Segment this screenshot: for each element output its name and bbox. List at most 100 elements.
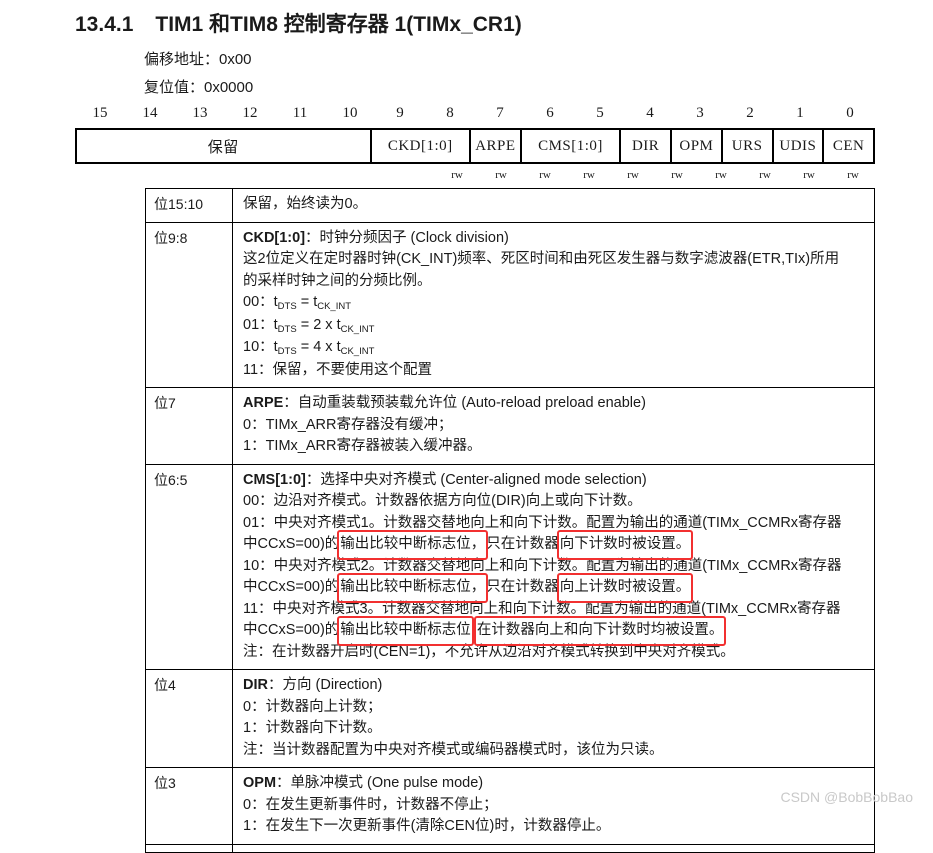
desc-value-line: 中CCxS=00)的输出比较中断标志位 在计数器向上和向下计数时均被设置。	[243, 616, 868, 645]
reset-value-line: 复位值：0x0000	[144, 79, 254, 96]
desc-title-line: DIR：方向 (Direction)	[243, 675, 868, 697]
table-row: 位4 DIR：方向 (Direction) 0：计数器向上计数； 1：计数器向下…	[146, 670, 874, 768]
subscript: DTS	[277, 301, 297, 312]
desc-note-line: 注：当计数器配置为中央对齐模式或编码器模式时，该位为只读。	[243, 741, 664, 758]
desc-value-line: 11：中央对齐模式3。计数器交替地向上和向下计数。配置为输出的通道(TIMx_C…	[243, 600, 841, 617]
bit-number: 8	[446, 105, 454, 121]
desc-value-line: 10：tDTS = 4 x tCK_INT	[243, 337, 868, 360]
access-label: rw	[715, 169, 727, 181]
text-run: 中CCxS=00)的	[243, 622, 340, 638]
field-desc: 单脉冲模式 (One pulse mode)	[290, 775, 484, 791]
bit-description-cell: CKD[1:0]：时钟分频因子 (Clock division) 这2位定义在定…	[233, 223, 874, 388]
value-prefix: 01：t	[243, 316, 278, 333]
value-mid: = 2 x t	[296, 316, 341, 333]
access-label: rw	[803, 169, 815, 181]
bit-number: 5	[596, 105, 604, 121]
table-row-partial	[146, 844, 874, 853]
annotation-highlight-box: 向上计数时被设置。	[556, 573, 693, 602]
bit-range-cell: 位9:8	[146, 222, 233, 387]
bit-range-cell: 位4	[146, 670, 233, 767]
field-name: CMS[1:0]	[243, 471, 306, 488]
section-number: 13.4.1	[75, 13, 134, 36]
register-field-urs: URS	[723, 130, 774, 162]
text-run: 中CCxS=00)的	[243, 579, 340, 595]
annotation-highlight-box: 在计数器向上和向下计数时均被设置。	[473, 616, 726, 645]
access-label: rw	[759, 169, 771, 181]
bit-number: 12	[242, 105, 258, 121]
field-desc: 方向 (Direction)	[282, 677, 383, 693]
bit-range-cell: 位15:10	[146, 189, 233, 222]
desc-value-line: 1：计数器向下计数。	[243, 720, 382, 736]
page-title: 13.4.1 TIM1 和TIM8 控制寄存器 1(TIMx_CR1)	[75, 8, 522, 38]
register-field-reserved: 保留	[77, 130, 372, 162]
bit-number: 15	[92, 105, 108, 121]
colon: ：	[305, 229, 320, 246]
register-field-cms: CMS[1:0]	[522, 130, 622, 162]
register-field-ckd: CKD[1:0]	[372, 130, 471, 162]
bit-number: 11	[292, 105, 308, 121]
desc-value-line: 中CCxS=00)的输出比较中断标志位，只在计数器向上计数时被设置。	[243, 573, 868, 602]
annotation-highlight-box: 输出比较中断标志位，	[337, 530, 489, 559]
desc-value-line: 0：TIMx_ARR寄存器没有缓冲；	[243, 416, 453, 433]
desc-value-line: 0：在发生更新事件时，计数器不停止；	[243, 796, 498, 813]
desc-line: 这2位定义在定时器时钟(CK_INT)频率、死区时间和由死区发生器与数字滤波器(…	[243, 251, 840, 267]
desc-value-line: 01：tDTS = 2 x tCK_INT	[243, 315, 868, 338]
field-desc: 时钟分频因子 (Clock division)	[319, 229, 509, 246]
annotation-highlight-box: 向下计数时被设置。	[556, 530, 693, 559]
desc-value-line: 1：在发生下一次更新事件(清除CEN位)时，计数器停止。	[243, 818, 611, 834]
text-run: 只在计数器	[486, 579, 559, 595]
bit-number: 0	[846, 105, 854, 121]
table-row: 位9:8 CKD[1:0]：时钟分频因子 (Clock division) 这2…	[146, 222, 874, 388]
register-field-arpe: ARPE	[471, 130, 522, 162]
access-label: rw	[495, 169, 507, 181]
bit-description-cell: DIR：方向 (Direction) 0：计数器向上计数； 1：计数器向下计数。…	[233, 670, 874, 767]
desc-line: 保留，始终读为0。	[243, 196, 368, 212]
desc-value-line: 00：tDTS = tCK_INT	[243, 292, 868, 315]
bit-range-cell: 位6:5	[146, 464, 233, 669]
bit-description-table: 位15:10 保留，始终读为0。 位9:8 CKD[1:0]：时钟分频因子 (C…	[145, 188, 875, 853]
bit-description-cell: ARPE：自动重装载预装载允许位 (Auto-reload preload en…	[233, 388, 874, 464]
annotation-highlight-box: 输出比较中断标志位	[337, 616, 474, 645]
colon: ：	[267, 677, 283, 693]
subscript: CK_INT	[340, 346, 375, 357]
field-name: CKD[1:0]	[243, 229, 306, 246]
field-name: DIR	[243, 677, 268, 693]
register-field-opm: OPM	[672, 130, 723, 162]
desc-value-line: 中CCxS=00)的输出比较中断标志位，只在计数器向下计数时被设置。	[243, 530, 868, 559]
access-label: rw	[451, 169, 463, 181]
document-page: 13.4.1 TIM1 和TIM8 控制寄存器 1(TIMx_CR1) 偏移地址：…	[0, 0, 933, 853]
field-name: OPM	[243, 775, 277, 791]
desc-value-line: 0：计数器向上计数；	[243, 698, 382, 715]
table-row: 位15:10 保留，始终读为0。	[146, 189, 874, 223]
register-field-cen: CEN	[832, 137, 865, 154]
csdn-watermark: CSDN @BobBobBao	[780, 789, 913, 805]
desc-value-line: 1：TIMx_ARR寄存器被装入缓冲器。	[243, 438, 482, 454]
desc-title-line: CKD[1:0]：时钟分频因子 (Clock division)	[243, 228, 868, 250]
bit-description-cell: 保留，始终读为0。	[233, 189, 874, 222]
desc-value-line: 01：中央对齐模式1。计数器交替地向上和向下计数。配置为输出的通道(TIMx_C…	[243, 514, 842, 531]
bit-number: 4	[646, 105, 654, 121]
bit-number: 9	[396, 105, 404, 121]
field-desc: 自动重装载预装载允许位 (Auto-reload preload enable)	[297, 395, 646, 411]
value-prefix: 00：t	[243, 294, 278, 310]
colon: ：	[276, 775, 291, 791]
value-prefix: 10：t	[243, 339, 278, 355]
colon: ：	[305, 471, 321, 488]
bit-number-ruler: 15 14 13 12 11 10 9 8 7 6 5 4 3 2 1 0	[75, 103, 875, 123]
register-field-row: 保留 CKD[1:0] ARPE CMS[1:0] DIR OPM URS UD…	[75, 128, 875, 164]
bit-number: 2	[746, 105, 754, 121]
register-field-dir: DIR	[621, 130, 672, 162]
bit-number: 1	[796, 105, 804, 121]
annotation-highlight-box: 输出比较中断标志位，	[337, 573, 489, 602]
table-row: 位3 OPM：单脉冲模式 (One pulse mode) 0：在发生更新事件时…	[146, 768, 874, 845]
desc-title-line: CMS[1:0]：选择中央对齐模式 (Center-aligned mode s…	[243, 470, 868, 492]
desc-value-line: 11：保留，不要使用这个配置	[243, 361, 433, 378]
desc-value-line: 10：中央对齐模式2。计数器交替地向上和向下计数。配置为输出的通道(TIMx_C…	[243, 557, 842, 574]
bit-range-cell: 位3	[146, 768, 233, 844]
access-label: rw	[847, 169, 859, 181]
table-row: 位6:5 CMS[1:0]：选择中央对齐模式 (Center-aligned m…	[146, 464, 874, 670]
text-run: 中CCxS=00)的	[243, 536, 340, 552]
desc-line: 的采样时钟之间的分频比例。	[243, 272, 432, 289]
desc-value-line: 00：边沿对齐模式。计数器依据方向位(DIR)向上或向下计数。	[243, 493, 642, 509]
subscript: DTS	[277, 346, 297, 357]
